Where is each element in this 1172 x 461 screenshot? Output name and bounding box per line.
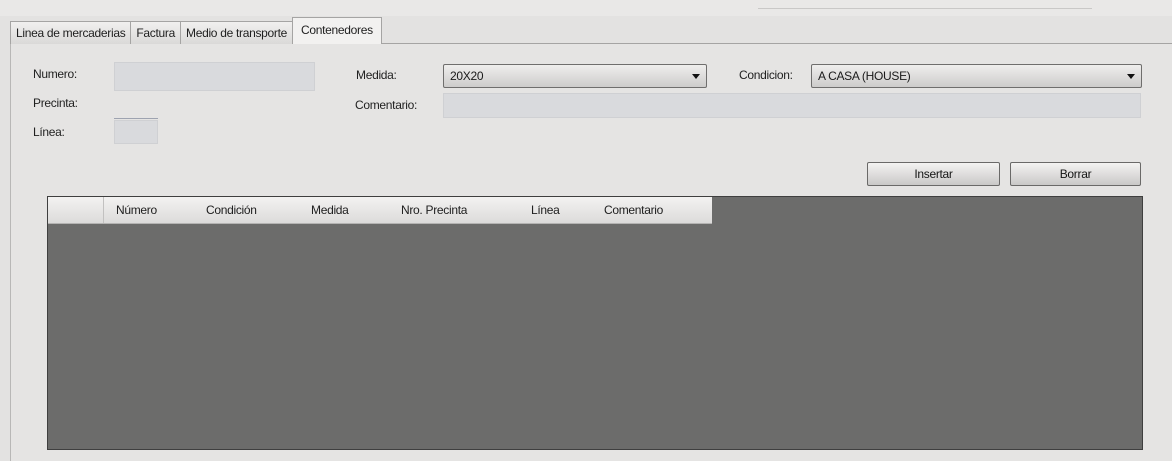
borrar-button[interactable]: Borrar bbox=[1010, 162, 1141, 186]
comentario-field[interactable] bbox=[443, 93, 1141, 118]
numero-label: Numero: bbox=[33, 67, 77, 81]
tab-contenedores[interactable]: Contenedores bbox=[292, 17, 382, 44]
column-header-condicion[interactable]: Condición bbox=[199, 197, 302, 223]
containers-grid[interactable]: Número Condición Medida Nro. Precinta Lí… bbox=[47, 196, 1143, 450]
insertar-button[interactable]: Insertar bbox=[867, 162, 1000, 186]
linea-label: Línea: bbox=[33, 125, 65, 139]
numero-field[interactable] bbox=[114, 62, 315, 91]
medida-value: 20X20 bbox=[450, 69, 484, 83]
tab-medio-de-transporte[interactable]: Medio de transporte bbox=[180, 21, 294, 44]
condicion-label: Condicion: bbox=[739, 68, 793, 82]
condicion-value: A CASA (HOUSE) bbox=[818, 69, 911, 83]
window: Linea de mercaderias Factura Medio de tr… bbox=[0, 0, 1172, 461]
top-divider bbox=[758, 8, 1092, 9]
chevron-down-icon bbox=[1127, 74, 1135, 79]
linea-field[interactable] bbox=[114, 120, 158, 144]
column-header-nro-precinta[interactable]: Nro. Precinta bbox=[388, 197, 517, 223]
grid-header: Número Condición Medida Nro. Precinta Lí… bbox=[48, 197, 712, 224]
medida-label: Medida: bbox=[356, 68, 397, 82]
tab-bar: Linea de mercaderias Factura Medio de tr… bbox=[10, 16, 382, 44]
precinta-field[interactable] bbox=[114, 104, 158, 119]
condicion-select[interactable]: A CASA (HOUSE) bbox=[811, 64, 1142, 88]
column-header-linea[interactable]: Línea bbox=[517, 197, 595, 223]
comentario-label: Comentario: bbox=[355, 98, 418, 112]
row-header-corner bbox=[48, 197, 104, 223]
column-header-medida[interactable]: Medida bbox=[302, 197, 388, 223]
tab-linea-de-mercaderias[interactable]: Linea de mercaderias bbox=[10, 21, 132, 44]
chevron-down-icon bbox=[692, 74, 700, 79]
precinta-label: Precinta: bbox=[33, 96, 78, 110]
tab-factura[interactable]: Factura bbox=[130, 21, 181, 44]
medida-select[interactable]: 20X20 bbox=[443, 64, 707, 88]
column-header-numero[interactable]: Número bbox=[104, 197, 199, 223]
column-header-comentario[interactable]: Comentario bbox=[595, 197, 712, 223]
